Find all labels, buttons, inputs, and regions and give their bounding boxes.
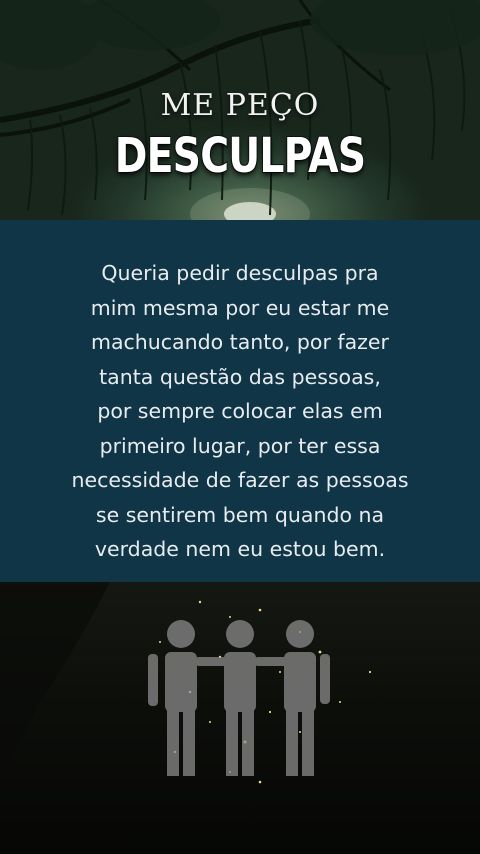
page-title: DESCULPAS bbox=[114, 127, 367, 185]
message-panel: Queria pedir desculpas pra mim mesma por… bbox=[0, 220, 480, 582]
title-top: ME PEÇO bbox=[160, 88, 320, 123]
bottom-scene bbox=[0, 582, 480, 854]
night-tree-moon-icon: ME PEÇO DESCULPAS bbox=[0, 0, 480, 220]
post-card: ME PEÇO DESCULPAS Queria pedir desculpas… bbox=[0, 0, 480, 854]
three-people-icon bbox=[148, 620, 330, 776]
message-text: Queria pedir desculpas pra mim mesma por… bbox=[71, 261, 409, 561]
